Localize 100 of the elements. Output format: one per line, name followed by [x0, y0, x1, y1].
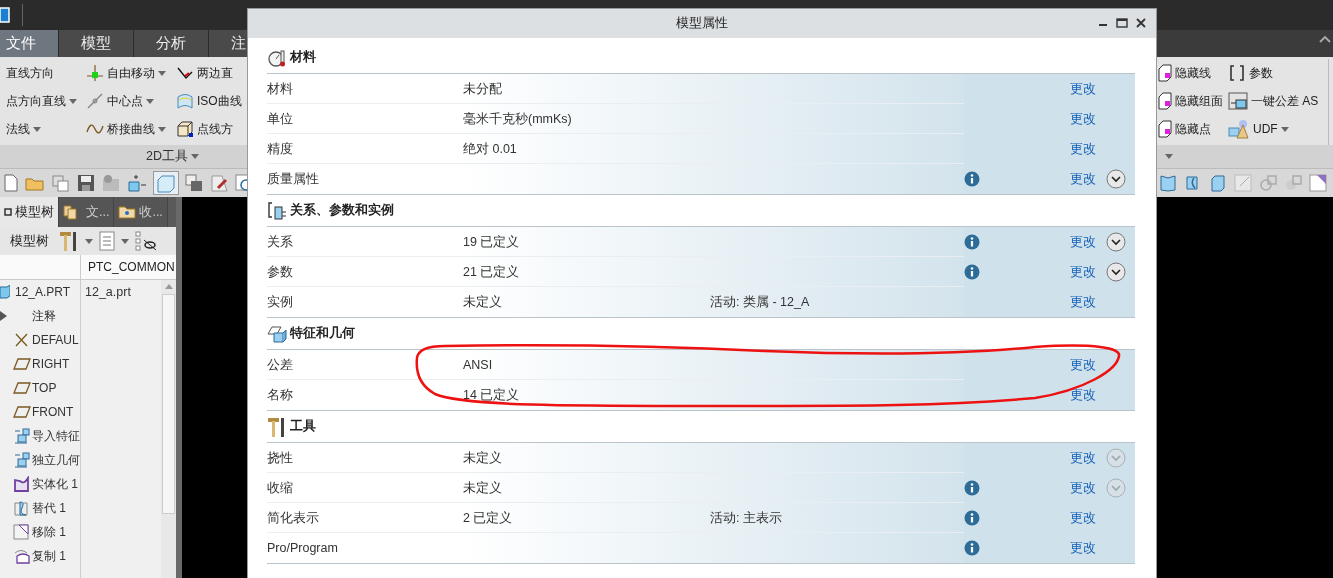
tree-item[interactable]: 替代 1: [32, 499, 66, 517]
change-link[interactable]: 更改: [1070, 170, 1106, 188]
ribbon-item[interactable]: 隐藏组面: [1156, 87, 1226, 115]
tree-item[interactable]: 导入特征: [32, 427, 80, 445]
change-link[interactable]: 更改: [1070, 449, 1106, 467]
ribbon-item[interactable]: 隐藏线: [1156, 59, 1226, 87]
table-cell-text: 12_a.prt: [84, 285, 131, 299]
panel-tab[interactable]: 模型树: [0, 197, 59, 227]
property-label: 挠性: [267, 449, 294, 467]
window-title: 模型属性: [676, 15, 728, 32]
property-value: 未定义: [463, 294, 502, 309]
ribbon-tab[interactable]: 文件: [0, 30, 59, 57]
info-icon[interactable]: [964, 540, 980, 556]
expand-icon[interactable]: [1106, 169, 1126, 189]
tree-item[interactable]: 实体化 1: [32, 475, 78, 493]
change-link[interactable]: 更改: [1070, 233, 1106, 251]
ribbon-item[interactable]: 隐藏点: [1156, 115, 1226, 143]
tree-item[interactable]: 12_A.PRT: [15, 285, 81, 299]
change-link[interactable]: 更改: [1070, 509, 1106, 527]
tree-item[interactable]: 注释: [32, 307, 56, 325]
caret-icon[interactable]: [121, 238, 129, 244]
tree-item[interactable]: 复制 1: [32, 547, 66, 565]
tree-item[interactable]: RIGHT: [32, 357, 70, 371]
bracket-document-icon: [267, 201, 287, 220]
info-icon[interactable]: [964, 480, 980, 496]
group-label[interactable]: 2D工具: [140, 147, 205, 166]
property-value: 2 已定义: [463, 510, 513, 525]
solidify-icon: [13, 476, 31, 492]
expand-arrow-icon[interactable]: [0, 311, 8, 321]
gauge-icon: [267, 48, 287, 67]
ribbon-tab[interactable]: 分析: [134, 30, 209, 57]
change-link[interactable]: 更改: [1070, 110, 1106, 128]
info-icon[interactable]: [964, 234, 980, 250]
property-label: 关系: [267, 233, 294, 251]
property-value: 14 已定义: [463, 387, 520, 402]
cube-icon: [176, 120, 194, 138]
ribbon-item[interactable]: 自由移动: [84, 59, 174, 87]
ribbon-item[interactable]: 一键公差 AS: [1226, 87, 1326, 115]
property-status: 活动: 类属 - 12_A: [710, 294, 810, 309]
tools-icon[interactable]: [59, 230, 79, 252]
property-value: 未分配: [463, 81, 502, 96]
info-icon[interactable]: [964, 264, 980, 280]
change-link[interactable]: 更改: [1070, 479, 1106, 497]
change-link[interactable]: 更改: [1070, 80, 1106, 98]
caret-icon[interactable]: [1165, 154, 1173, 159]
ribbon-item[interactable]: ISO曲线: [174, 87, 244, 115]
tree-item[interactable]: 独立几何: [32, 451, 80, 469]
ribbon-item[interactable]: 点方向直线: [0, 87, 84, 115]
ribbon-item[interactable]: 桥接曲线: [84, 115, 174, 143]
panel-tab[interactable]: 收...: [114, 197, 168, 227]
document-icon[interactable]: [4, 174, 18, 192]
ribbon-item[interactable]: 两边直: [174, 59, 244, 87]
tree-item[interactable]: DEFAUL: [32, 333, 79, 347]
ribbon-tab[interactable]: 模型: [59, 30, 134, 57]
ribbon-item[interactable]: 直线方向: [0, 59, 84, 87]
ribbon-item[interactable]: 参数: [1226, 59, 1326, 87]
tree-item[interactable]: 移除 1: [32, 523, 66, 541]
panel-tab[interactable]: 文...: [59, 197, 115, 227]
property-label: 精度: [267, 140, 294, 158]
maximize-icon[interactable]: [1116, 18, 1128, 28]
property-value: 未定义: [463, 450, 502, 465]
brackets-icon: [1228, 64, 1246, 82]
info-icon[interactable]: [964, 510, 980, 526]
collapse-ribbon-icon[interactable]: [1319, 35, 1331, 43]
brush-icon[interactable]: [210, 174, 228, 192]
change-link[interactable]: 更改: [1070, 386, 1106, 404]
cube-icon[interactable]: [1209, 174, 1227, 192]
cube-icon: [267, 324, 287, 343]
property-value: 毫米千克秒(mmKs): [463, 111, 572, 126]
property-value: 21 已定义: [463, 264, 520, 279]
ribbon-item[interactable]: UDF: [1226, 115, 1326, 143]
property-label: 收缩: [267, 479, 294, 497]
expand-icon[interactable]: [1106, 232, 1126, 252]
property-label: 材料: [267, 80, 294, 98]
property-label: 公差: [267, 356, 294, 374]
ribbon-item[interactable]: 点线方: [174, 115, 244, 143]
change-link[interactable]: 更改: [1070, 356, 1106, 374]
files-icon[interactable]: [52, 174, 70, 192]
change-link[interactable]: 更改: [1070, 263, 1106, 281]
property-label: 实例: [267, 293, 294, 311]
book-icon[interactable]: [1159, 174, 1177, 192]
ribbon-item[interactable]: 法线: [0, 115, 84, 143]
tree-item[interactable]: TOP: [32, 381, 57, 395]
cube-icon[interactable]: [127, 174, 147, 192]
scrollbar-thumb[interactable]: [162, 294, 175, 514]
change-link[interactable]: 更改: [1070, 293, 1106, 311]
ribbon-item[interactable]: 中心点: [84, 87, 174, 115]
change-link[interactable]: 更改: [1070, 140, 1106, 158]
app-icon[interactable]: [0, 7, 10, 23]
plane-icon: [13, 356, 31, 372]
property-status: 活动: 主表示: [710, 510, 782, 525]
tree-item[interactable]: FRONT: [32, 405, 74, 419]
section-title: 关系、参数和实例: [290, 202, 394, 219]
close-icon[interactable]: [1136, 18, 1146, 28]
info-icon[interactable]: [964, 171, 980, 187]
expand-icon[interactable]: [1106, 262, 1126, 282]
surface-icon: [13, 548, 31, 564]
change-link[interactable]: 更改: [1070, 539, 1106, 557]
caret-icon[interactable]: [85, 238, 93, 244]
filter-icon[interactable]: [135, 231, 157, 251]
